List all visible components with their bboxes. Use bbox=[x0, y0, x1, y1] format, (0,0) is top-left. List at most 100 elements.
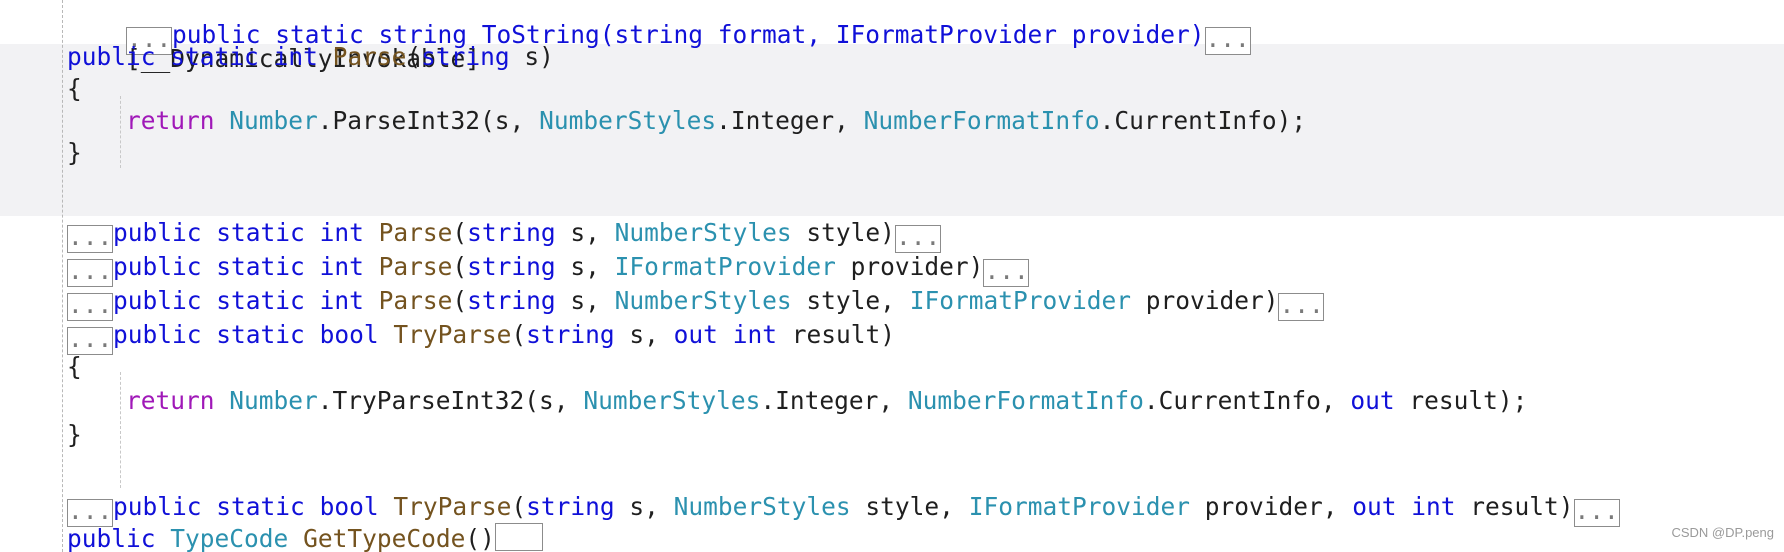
param-text: s, bbox=[614, 320, 674, 349]
param-text: s, bbox=[614, 492, 674, 521]
keyword-bool: bool bbox=[319, 492, 379, 521]
param-text: provider) bbox=[835, 252, 984, 281]
brace: { bbox=[67, 74, 82, 103]
code-line-parse-style-provider: ...public static int Parse(string s, Num… bbox=[67, 284, 1325, 321]
code-line-parse-provider: ...public static int Parse(string s, IFo… bbox=[67, 250, 1030, 287]
brace: } bbox=[67, 138, 82, 167]
brace: { bbox=[67, 352, 82, 381]
code-line-attribute: [__DynamicallyInvokable] bbox=[67, 8, 480, 73]
param-text: s, bbox=[555, 252, 615, 281]
keyword-public: public bbox=[67, 42, 156, 71]
collapsed-region-marker[interactable]: ... bbox=[1204, 26, 1251, 55]
code-text: .CurrentInfo, bbox=[1143, 386, 1351, 415]
keyword-static: static bbox=[216, 252, 305, 281]
paren: ( bbox=[511, 320, 527, 349]
keyword-static: static bbox=[216, 218, 305, 247]
collapsed-region-marker[interactable] bbox=[494, 523, 543, 551]
type-numberstyles: NumberStyles bbox=[673, 492, 851, 521]
keyword-string: string bbox=[467, 286, 556, 315]
keyword-out: out bbox=[673, 320, 718, 349]
collapsed-region-marker[interactable]: ... bbox=[67, 224, 113, 253]
type-typecode: TypeCode bbox=[170, 524, 289, 552]
keyword-public: public bbox=[113, 492, 202, 521]
type-numberstyles: NumberStyles bbox=[583, 386, 761, 415]
method-name: TryParse bbox=[393, 492, 512, 521]
code-text: () bbox=[465, 524, 495, 552]
code-line-close-brace: } bbox=[67, 136, 82, 170]
type-iformatprovider: IFormatProvider bbox=[968, 492, 1190, 521]
type-number: Number bbox=[229, 106, 318, 135]
method-name: Parse bbox=[378, 252, 453, 281]
keyword-int: int bbox=[273, 42, 318, 71]
type-numberformatinfo: NumberFormatInfo bbox=[907, 386, 1144, 415]
code-line-open-brace: { bbox=[67, 350, 82, 384]
type-numberstyles: NumberStyles bbox=[614, 286, 792, 315]
param-text: result) bbox=[776, 320, 895, 349]
keyword-int: int bbox=[732, 320, 777, 349]
code-editor[interactable]: ...public static string ToString(string … bbox=[0, 0, 1784, 552]
code-line-return-tryparse: return Number.TryParseInt32(s, NumberSty… bbox=[126, 384, 1527, 418]
indent-guide bbox=[120, 372, 121, 488]
keyword-bool: bool bbox=[319, 320, 379, 349]
keyword-int: int bbox=[1411, 492, 1456, 521]
watermark: CSDN @DP.peng bbox=[1671, 525, 1774, 540]
keyword-public: public bbox=[67, 524, 156, 552]
keyword-static: static bbox=[170, 42, 259, 71]
param-text: s) bbox=[509, 42, 554, 71]
collapsed-region-marker[interactable]: ... bbox=[67, 258, 113, 287]
keyword-string: string bbox=[467, 218, 556, 247]
left-margin-line bbox=[62, 0, 63, 552]
indent-guide bbox=[120, 96, 121, 168]
param-text: style) bbox=[791, 218, 895, 247]
type-numberformatinfo: NumberFormatInfo bbox=[863, 106, 1100, 135]
method-name: GetTypeCode bbox=[303, 524, 466, 552]
keyword-string: string bbox=[421, 42, 510, 71]
method-name: Parse bbox=[332, 42, 407, 71]
code-text: .CurrentInfo); bbox=[1099, 106, 1307, 135]
collapsed-region-marker[interactable]: ... bbox=[894, 224, 941, 253]
keyword-static: static bbox=[216, 320, 305, 349]
method-name: Parse bbox=[378, 218, 453, 247]
keyword-static: static bbox=[216, 492, 305, 521]
keyword-out: out bbox=[1350, 386, 1395, 415]
keyword-public: public bbox=[113, 252, 202, 281]
type-numberstyles: NumberStyles bbox=[614, 218, 792, 247]
keyword-public: public bbox=[113, 320, 202, 349]
code-line-gettypecode: public TypeCode GetTypeCode() bbox=[67, 522, 543, 552]
param-text: style, bbox=[850, 492, 969, 521]
type-iformatprovider: IFormatProvider bbox=[614, 252, 836, 281]
param-text: provider) bbox=[1130, 286, 1279, 315]
param-text: s, bbox=[555, 286, 615, 315]
code-line-tryparse-full: ... public static bool TryParse(string s,… bbox=[67, 490, 1620, 527]
keyword-static: static bbox=[216, 286, 305, 315]
collapsed-region-marker[interactable]: ... bbox=[67, 292, 113, 321]
paren: ( bbox=[452, 252, 468, 281]
param-text: result) bbox=[1455, 492, 1574, 521]
code-text: result); bbox=[1394, 386, 1528, 415]
code-text: .TryParseInt32(s, bbox=[317, 386, 584, 415]
code-text: .ParseInt32(s, bbox=[317, 106, 540, 135]
paren: ( bbox=[452, 286, 468, 315]
code-line-tryparse-signature: ...public static bool TryParse(string s,… bbox=[67, 318, 895, 355]
code-line-open-brace: { bbox=[67, 72, 82, 106]
paren: ( bbox=[511, 492, 527, 521]
keyword-string: string bbox=[526, 492, 615, 521]
method-name: TryParse bbox=[393, 320, 512, 349]
collapsed-region-marker[interactable]: ... bbox=[1278, 292, 1325, 321]
type-number: Number bbox=[229, 386, 318, 415]
type-numberstyles: NumberStyles bbox=[539, 106, 717, 135]
collapsed-region-marker[interactable]: ... bbox=[1573, 498, 1620, 527]
keyword-int: int bbox=[319, 286, 364, 315]
paren: ( bbox=[452, 218, 468, 247]
code-line-return-parse: return Number.ParseInt32(s, NumberStyles… bbox=[126, 104, 1306, 138]
collapsed-region-marker[interactable]: ... bbox=[983, 258, 1030, 287]
keyword-return: return bbox=[126, 386, 215, 415]
code-line-parse-signature: public static int Parse(string s) bbox=[67, 40, 554, 74]
param-text: s, bbox=[555, 218, 615, 247]
code-text: .Integer, bbox=[760, 386, 908, 415]
type-iformatprovider: IFormatProvider bbox=[909, 286, 1131, 315]
param-text: provider, bbox=[1189, 492, 1353, 521]
keyword-string: string bbox=[467, 252, 556, 281]
paren: ( bbox=[406, 42, 422, 71]
keyword-out: out bbox=[1352, 492, 1397, 521]
